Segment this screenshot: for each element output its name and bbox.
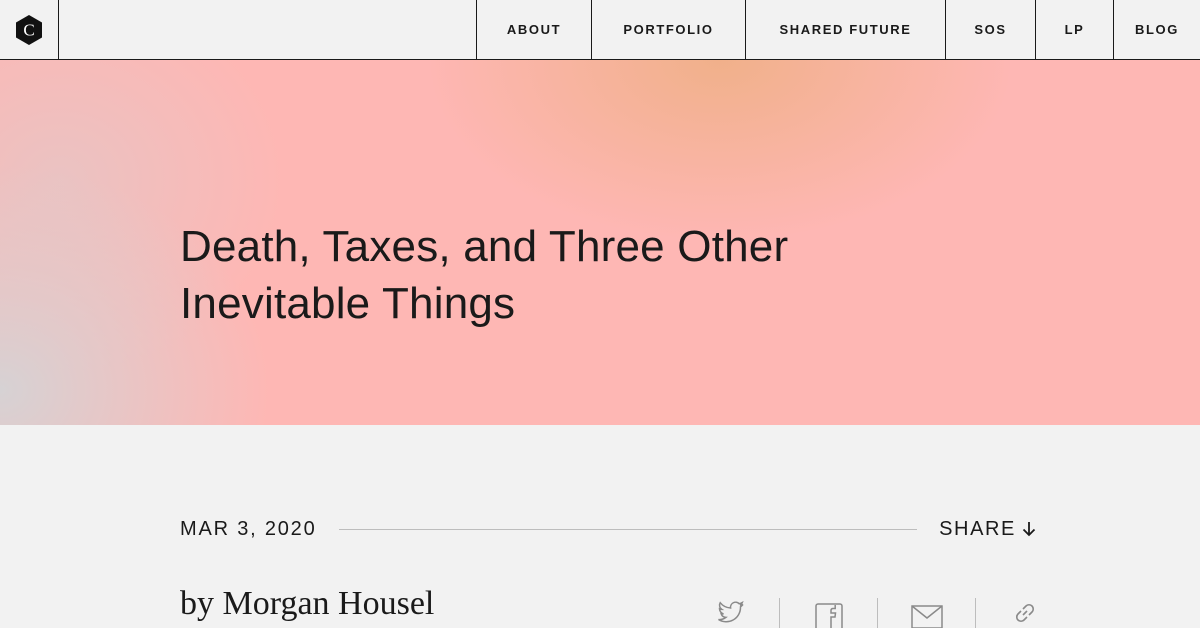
post-date: MAR 3, 2020 xyxy=(180,517,317,540)
nav-item-blog[interactable]: BLOG xyxy=(1113,0,1200,59)
share-facebook-button[interactable] xyxy=(780,598,877,628)
copy-link-button[interactable] xyxy=(976,598,1073,628)
post-author: by Morgan Housel xyxy=(180,585,435,622)
share-email-button[interactable] xyxy=(878,598,975,628)
meta-divider-line xyxy=(338,528,918,530)
logo-hexagon-icon: C xyxy=(16,14,42,45)
post-title-line-1: Death, Taxes, and Three Other xyxy=(180,222,789,271)
nav-links: ABOUT PORTFOLIO SHARED FUTURE SOS LP BLO… xyxy=(476,0,1200,59)
post-title-line-2: Inevitable Things xyxy=(180,279,516,328)
arrow-down-icon xyxy=(1022,522,1036,537)
logo[interactable]: C xyxy=(0,0,59,59)
share-twitter-button[interactable] xyxy=(682,598,779,628)
nav-item-about[interactable]: ABOUT xyxy=(476,0,591,59)
nav-item-lp[interactable]: LP xyxy=(1035,0,1113,59)
email-icon xyxy=(910,605,943,628)
post-meta-row: MAR 3, 2020 SHARE xyxy=(180,515,1036,543)
twitter-icon xyxy=(717,600,744,623)
nav-item-portfolio[interactable]: PORTFOLIO xyxy=(591,0,745,59)
nav-item-sos[interactable]: SOS xyxy=(945,0,1035,59)
share-button[interactable]: SHARE xyxy=(939,518,1036,541)
link-icon xyxy=(1015,603,1034,623)
post-title: Death, Taxes, and Three Other Inevitable… xyxy=(180,218,940,332)
hero-banner: Death, Taxes, and Three Other Inevitable… xyxy=(0,60,1200,425)
facebook-icon xyxy=(814,603,843,628)
nav-item-shared-future[interactable]: SHARED FUTURE xyxy=(745,0,945,59)
page: C ABOUT PORTFOLIO SHARED FUTURE SOS LP B… xyxy=(0,0,1200,628)
logo-letter: C xyxy=(23,20,34,39)
share-label: SHARE xyxy=(939,517,1016,540)
top-nav: C ABOUT PORTFOLIO SHARED FUTURE SOS LP B… xyxy=(0,0,1200,60)
social-share-bar xyxy=(682,598,1073,628)
